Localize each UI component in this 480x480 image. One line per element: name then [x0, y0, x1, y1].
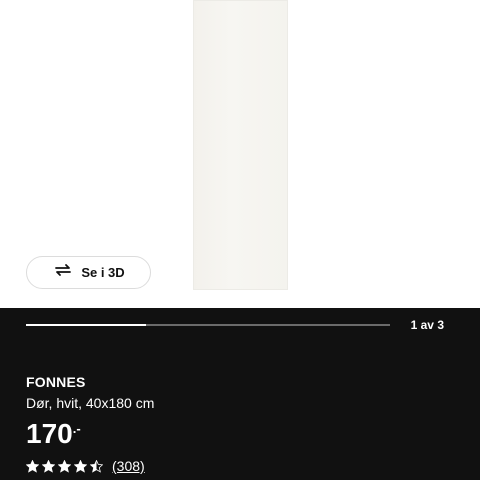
carousel-progress-fill	[26, 324, 147, 326]
product-description: Dør, hvit, 40x180 cm	[26, 395, 155, 411]
product-name[interactable]: FONNES	[26, 374, 86, 390]
review-count-link[interactable]: (308)	[112, 458, 145, 474]
product-rating[interactable]: (308)	[26, 458, 145, 474]
rotate-arrows-icon	[52, 262, 74, 283]
price-amount: 170	[26, 418, 73, 449]
star-icon	[26, 459, 39, 473]
product-image-door	[193, 0, 288, 290]
product-price: 170 .-	[26, 416, 81, 452]
star-icon	[42, 459, 55, 473]
view-in-3d-label: Se i 3D	[81, 265, 125, 280]
price-suffix: .-	[72, 421, 81, 436]
carousel-pager: 1 av 3	[410, 318, 444, 332]
star-icon	[58, 459, 71, 473]
star-icon	[90, 459, 103, 473]
product-info-panel: 1 av 3 FONNES Dør, hvit, 40x180 cm 170 .…	[0, 308, 480, 480]
star-icon	[74, 459, 87, 473]
carousel-progress-track	[26, 324, 390, 326]
product-image-viewer[interactable]: Se i 3D	[0, 0, 480, 308]
view-in-3d-button[interactable]: Se i 3D	[26, 256, 151, 289]
